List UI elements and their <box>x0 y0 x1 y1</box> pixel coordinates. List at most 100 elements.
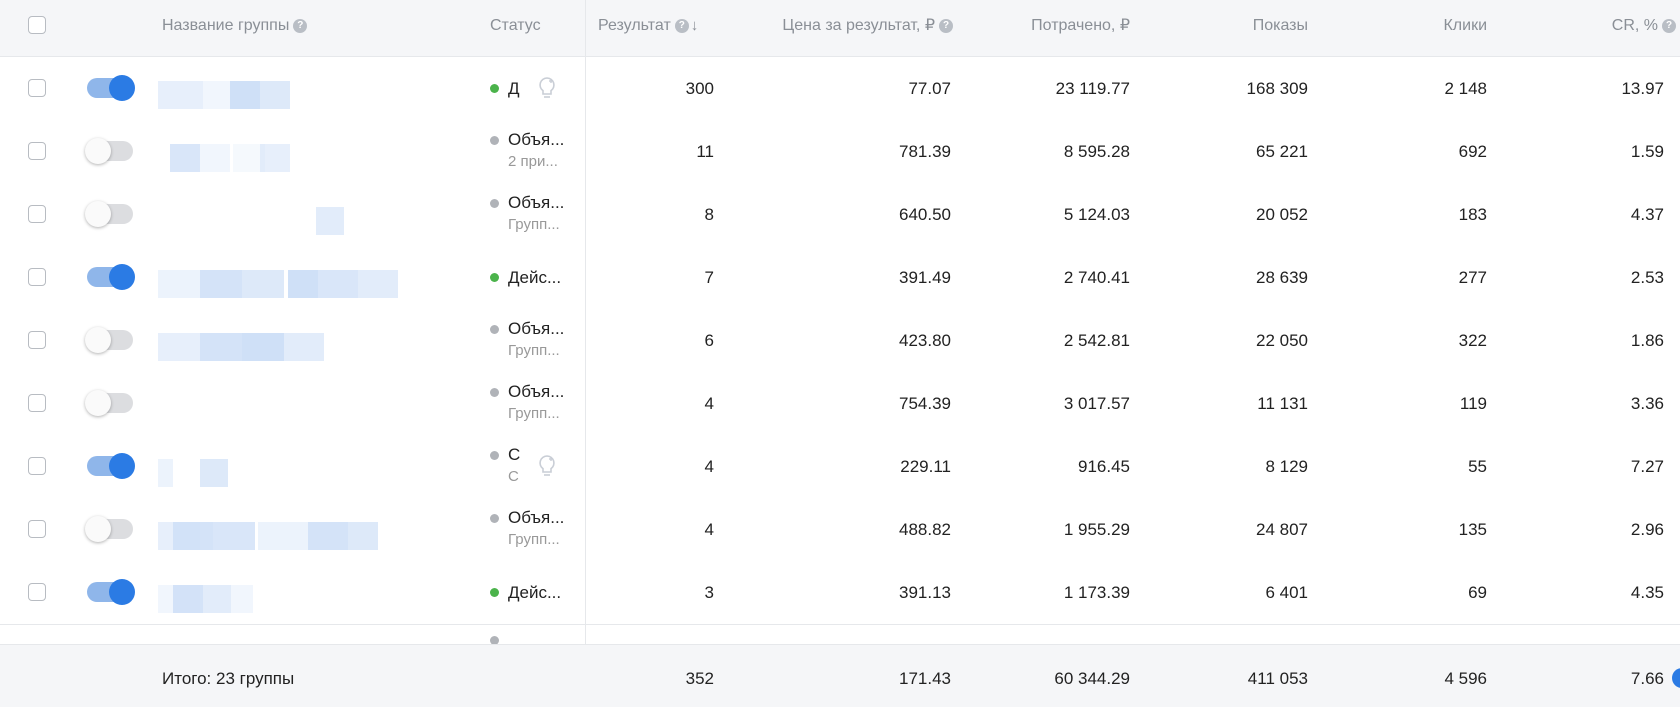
group-name-redacted[interactable] <box>158 246 431 309</box>
cell-impressions: 6 401 <box>1265 583 1308 602</box>
group-enabled-toggle[interactable] <box>85 201 133 227</box>
column-label: Цена за результат, ₽ <box>782 17 935 34</box>
cell-price: 391.13 <box>899 583 951 602</box>
cell-price: 77.07 <box>908 79 951 98</box>
cell-price: 488.82 <box>899 520 951 539</box>
status-detail: Групп... <box>508 342 560 359</box>
cell-result: 8 <box>704 205 714 224</box>
cell-impressions: 24 807 <box>1256 520 1308 539</box>
status-detail: Групп... <box>508 531 560 548</box>
lightbulb-hint-icon[interactable] <box>534 75 560 101</box>
table-row[interactable]: Дейс... 7 391.49 2 740.41 28 639 277 2.53 <box>0 246 1680 310</box>
toggle-knob <box>85 327 111 353</box>
column-label: Статус <box>490 17 541 34</box>
column-label: Результат <box>598 17 671 34</box>
group-name-redacted[interactable] <box>158 183 431 246</box>
cell-spent: 1 955.29 <box>1063 520 1130 539</box>
cell-spent: 23 119.77 <box>1055 79 1130 98</box>
frozen-column-divider <box>585 0 586 644</box>
cell-result: 11 <box>696 142 714 161</box>
row-checkbox[interactable] <box>28 142 46 160</box>
group-name-redacted[interactable] <box>158 309 431 372</box>
select-all-checkbox[interactable] <box>28 16 46 34</box>
cell-result: 3 <box>704 583 714 602</box>
column-header-impressions[interactable]: Показы <box>1140 0 1308 56</box>
cell-spent: 8 595.28 <box>1063 142 1130 161</box>
table-row[interactable]: Объя... Групп... 4 754.39 3 017.57 11 131 119 3… <box>0 372 1680 436</box>
group-name-redacted[interactable] <box>158 372 431 435</box>
row-checkbox[interactable] <box>28 331 46 349</box>
status-label: Объя... <box>508 193 565 212</box>
status-dot-icon <box>490 325 499 334</box>
cell-result: 7 <box>704 268 714 287</box>
table-row[interactable]: Объя... Групп... 4 488.82 1 955.29 24 807 135 2… <box>0 498 1680 562</box>
help-icon[interactable]: ? <box>674 18 689 33</box>
cell-result: 4 <box>704 394 714 413</box>
table-row[interactable]: Объя... Групп... 6 423.80 2 542.81 22 050 322 1… <box>0 309 1680 373</box>
cell-cr: 2.96 <box>1630 520 1664 539</box>
toggle-knob <box>85 516 111 542</box>
table-row[interactable]: Дейс... 3 391.13 1 173.39 6 401 69 4.35 <box>0 561 1680 625</box>
column-label: Потрачено, ₽ <box>1031 17 1130 34</box>
column-header-group-name[interactable]: Название группы? <box>162 0 308 56</box>
table-row[interactable]: Объя... 2 при... 11 781.39 8 595.28 65 221 692… <box>0 120 1680 184</box>
lightbulb-hint-icon[interactable] <box>534 453 560 479</box>
group-name-redacted[interactable] <box>158 57 431 120</box>
toggle-knob <box>85 201 111 227</box>
group-enabled-toggle[interactable] <box>85 390 133 416</box>
cell-impressions: 65 221 <box>1256 142 1308 161</box>
table-row[interactable]: С С 4 229.11 916.45 8 129 55 7.27 <box>0 435 1680 499</box>
column-header-cr[interactable]: CR, %? <box>1500 0 1676 56</box>
group-enabled-toggle[interactable] <box>85 138 133 164</box>
column-header-status[interactable]: Статус <box>490 0 541 56</box>
row-checkbox[interactable] <box>28 583 46 601</box>
status-dot-icon <box>490 588 499 597</box>
cell-cr: 3.36 <box>1630 394 1664 413</box>
group-enabled-toggle[interactable] <box>87 453 135 479</box>
group-name-redacted[interactable] <box>158 120 431 183</box>
row-checkbox[interactable] <box>28 457 46 475</box>
row-checkbox[interactable] <box>28 79 46 97</box>
cell-result: 4 <box>704 520 714 539</box>
cell-cr: 13.97 <box>1621 79 1664 98</box>
status-detail: С <box>508 468 519 485</box>
row-checkbox[interactable] <box>28 394 46 412</box>
group-name-redacted[interactable] <box>158 498 431 561</box>
table-header: Название группы? Статус Результат? ↓ Цена… <box>0 0 1680 57</box>
group-enabled-toggle[interactable] <box>87 264 135 290</box>
help-icon[interactable]: ? <box>1662 18 1676 33</box>
cell-spent: 3 017.57 <box>1063 394 1130 413</box>
status-label: Объя... <box>508 130 565 149</box>
row-checkbox[interactable] <box>28 520 46 538</box>
column-header-result[interactable]: Результат? ↓ <box>598 0 698 56</box>
group-enabled-toggle[interactable] <box>85 327 133 353</box>
table-row[interactable]: Д 300 77.07 23 119.77 168 309 2 148 13.97 <box>0 57 1680 121</box>
cell-cr: 1.59 <box>1630 142 1664 161</box>
cell-spent: 2 542.81 <box>1063 331 1130 350</box>
column-label: Показы <box>1252 17 1308 34</box>
column-label: Название группы <box>162 17 290 34</box>
total-result: 352 <box>685 669 714 688</box>
group-enabled-toggle[interactable] <box>85 516 133 542</box>
toggle-knob <box>109 264 135 290</box>
row-checkbox[interactable] <box>28 268 46 286</box>
help-icon[interactable]: ? <box>939 18 953 33</box>
status-dot-icon <box>490 199 499 208</box>
status-dot-icon <box>490 136 499 145</box>
status-detail: Групп... <box>508 216 560 233</box>
status-dot-icon <box>490 514 499 523</box>
sort-descending-icon[interactable]: ↓ <box>691 17 699 34</box>
group-enabled-toggle[interactable] <box>87 75 135 101</box>
group-name-redacted[interactable] <box>158 435 431 498</box>
cell-clicks: 277 <box>1458 268 1487 287</box>
row-checkbox[interactable] <box>28 205 46 223</box>
column-header-clicks[interactable]: Клики <box>1320 0 1487 56</box>
cell-price: 423.80 <box>899 331 951 350</box>
column-header-spent[interactable]: Потрачено, ₽ <box>960 0 1130 56</box>
column-header-price[interactable]: Цена за результат, ₽? <box>700 0 953 56</box>
table-row[interactable]: Объя... Групп... 8 640.50 5 124.03 20 052 183 4… <box>0 183 1680 247</box>
cell-spent: 2 740.41 <box>1063 268 1130 287</box>
help-icon[interactable]: ? <box>293 18 308 33</box>
group-enabled-toggle[interactable] <box>87 579 135 605</box>
group-name-redacted[interactable] <box>158 561 431 624</box>
